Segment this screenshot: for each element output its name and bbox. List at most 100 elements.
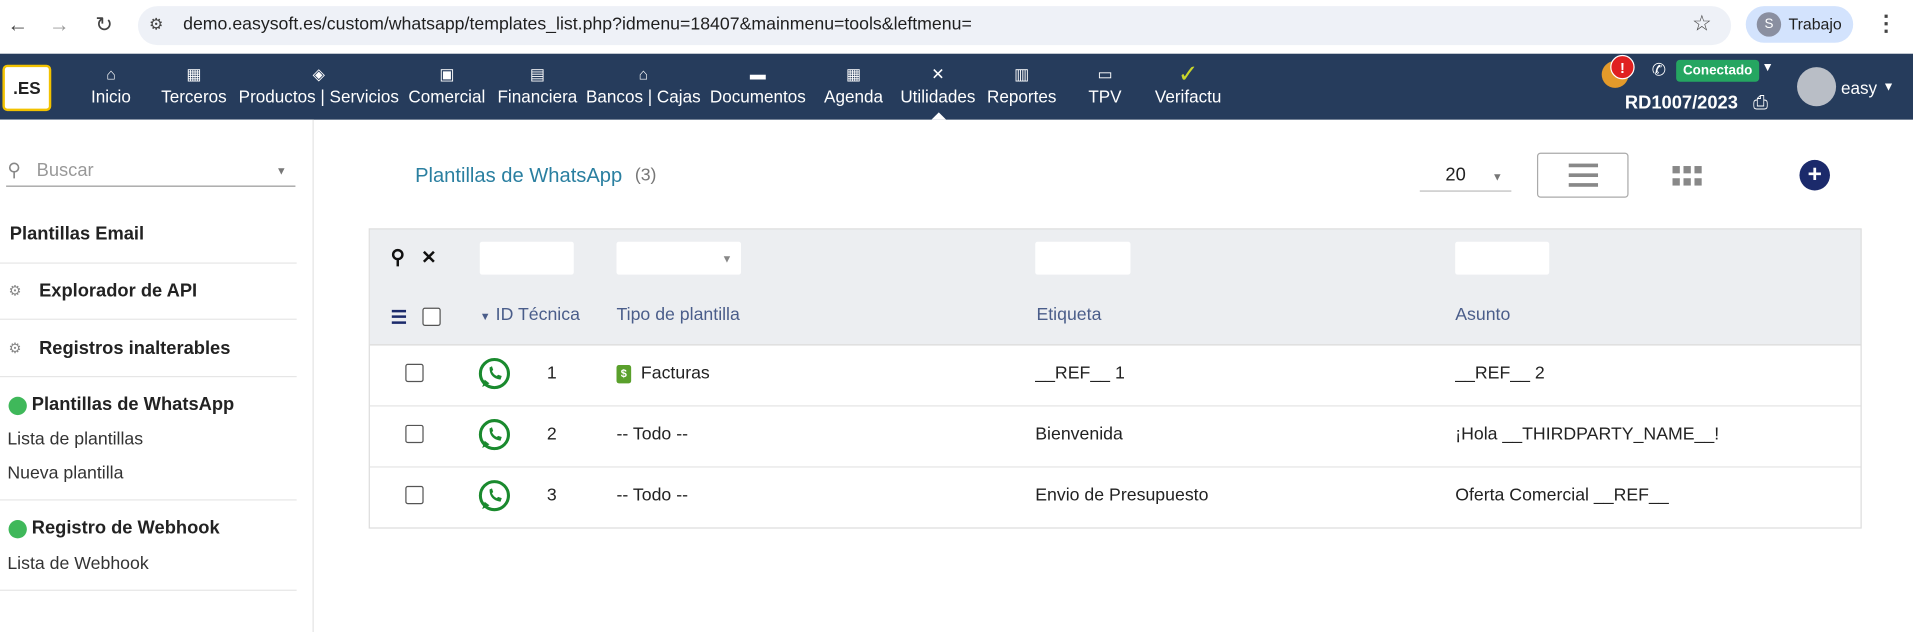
- search-underline: [6, 185, 296, 187]
- building-icon: ▦: [186, 64, 202, 84]
- menu-item-bancos-cajas[interactable]: ⌂ Bancos | Cajas: [586, 63, 701, 117]
- row-etiqueta: __REF__ 1: [1035, 363, 1125, 384]
- page-size-chevron-icon[interactable]: ▼: [1492, 171, 1503, 183]
- row-asunto: ¡Hola __THIRDPARTY_NAME__!: [1455, 424, 1720, 445]
- user-chevron-down-icon[interactable]: ▼: [1882, 81, 1894, 94]
- bank-icon: ⌂: [638, 64, 649, 84]
- user-name[interactable]: easy: [1841, 78, 1877, 98]
- browser-menu-icon[interactable]: ⋮: [1875, 11, 1897, 37]
- url-text[interactable]: demo.easysoft.es/custom/whatsapp/templat…: [183, 15, 972, 35]
- reload-icon[interactable]: ↻: [95, 13, 112, 37]
- row-id[interactable]: 1: [547, 364, 557, 384]
- record-count: (3): [634, 166, 657, 186]
- clear-filter-icon[interactable]: ✕: [421, 247, 436, 269]
- menu-item-documentos[interactable]: ▬ Documentos: [710, 63, 806, 117]
- page-size-select[interactable]: 20: [1445, 165, 1465, 186]
- sidebar-item-registros-inalterables[interactable]: Registros inalterables: [39, 338, 230, 359]
- notification-badge: !: [1610, 54, 1635, 80]
- user-avatar[interactable]: [1797, 67, 1837, 107]
- sidebar-item-plantillas-whatsapp[interactable]: Plantillas de WhatsApp: [32, 394, 234, 415]
- menu-item-inicio[interactable]: ⌂ Inicio: [91, 63, 131, 117]
- sidebar-divider: [0, 262, 297, 264]
- row-checkbox[interactable]: [405, 424, 424, 444]
- add-template-button[interactable]: +: [1799, 159, 1830, 191]
- menu-item-reportes[interactable]: ▥ Reportes: [987, 63, 1056, 117]
- calendar-icon: ▦: [845, 64, 862, 84]
- back-icon[interactable]: ←: [7, 13, 28, 37]
- row-asunto: __REF__ 2: [1455, 363, 1545, 384]
- whatsapp-icon: [8, 520, 27, 539]
- app-logo[interactable]: .ES: [2, 64, 52, 112]
- chevron-down-icon[interactable]: ▼: [1762, 61, 1774, 74]
- whatsapp-icon: [477, 356, 511, 396]
- report-icon: ▥: [1014, 64, 1030, 84]
- list-view-icon-bar: [1568, 183, 1599, 187]
- sidebar-item-explorador-api[interactable]: Explorador de API: [39, 281, 197, 302]
- menu-item-label: Verifactu: [1154, 86, 1222, 107]
- filter-input-id[interactable]: [479, 241, 574, 275]
- print-icon[interactable]: ⎙: [1753, 93, 1768, 114]
- menu-item-label: Terceros: [161, 86, 227, 107]
- row-checkbox[interactable]: [405, 363, 424, 383]
- sort-desc-icon[interactable]: ▼: [480, 310, 491, 322]
- sidebar-link-lista-plantillas[interactable]: Lista de plantillas: [7, 430, 143, 450]
- check-icon: ✓: [1177, 61, 1199, 88]
- row-etiqueta: Bienvenida: [1035, 424, 1123, 445]
- menu-item-label: Documentos: [709, 86, 806, 107]
- profile-avatar: S: [1756, 12, 1782, 37]
- menu-item-label: Productos | Servicios: [238, 86, 399, 107]
- row-etiqueta: Envio de Presupuesto: [1035, 485, 1209, 506]
- gears-icon: ⚙: [8, 339, 22, 357]
- search-icon: ⚲: [7, 159, 21, 181]
- menu-item-comercial[interactable]: ▣ Comercial: [408, 63, 485, 117]
- column-header-etiqueta[interactable]: Etiqueta: [1036, 305, 1101, 325]
- filter-chevron-icon[interactable]: ▼: [721, 253, 732, 265]
- menu-item-productos-servicios[interactable]: ◈ Productos | Servicios: [239, 63, 399, 117]
- sidebar-item-registro-webhook[interactable]: Registro de Webhook: [32, 518, 220, 539]
- row-tipo: -- Todo --: [616, 424, 688, 445]
- menu-item-label: Comercial: [408, 86, 486, 107]
- column-select-icon[interactable]: ☰: [391, 306, 407, 329]
- sidebar-item-plantillas-email[interactable]: Plantillas Email: [10, 223, 144, 244]
- select-all-checkbox[interactable]: [422, 307, 441, 326]
- menu-item-label: TPV: [1088, 86, 1122, 107]
- kanban-view-icon[interactable]: [1672, 166, 1702, 187]
- tools-icon: ✕: [931, 64, 945, 84]
- search-dropdown-icon[interactable]: ▼: [276, 165, 287, 177]
- row-id[interactable]: 2: [547, 425, 557, 445]
- menu-item-terceros[interactable]: ▦ Terceros: [161, 63, 227, 117]
- folder-icon: ▬: [749, 64, 766, 84]
- connection-status-badge[interactable]: Conectado: [1676, 59, 1760, 82]
- column-header-id[interactable]: ID Técnica: [496, 305, 580, 325]
- menu-item-label: Utilidades: [900, 86, 976, 107]
- search-icon[interactable]: ⚲: [391, 245, 405, 269]
- row-id[interactable]: 3: [547, 486, 557, 506]
- menu-item-label: Reportes: [987, 86, 1057, 107]
- sidebar-divider: [0, 318, 297, 320]
- whatsapp-icon: [477, 479, 511, 519]
- column-header-asunto[interactable]: Asunto: [1455, 305, 1510, 325]
- page-title: Plantillas de WhatsApp: [415, 164, 623, 187]
- row-asunto: Oferta Comercial __REF__: [1455, 485, 1669, 506]
- document-ref[interactable]: RD1007/2023: [1625, 93, 1738, 114]
- filter-input-asunto[interactable]: [1455, 241, 1550, 275]
- whatsapp-status-icon: ✆: [1651, 59, 1667, 80]
- row-tipo: -- Todo --: [616, 485, 688, 506]
- sidebar-search-input[interactable]: Buscar: [37, 160, 94, 181]
- row-checkbox[interactable]: [405, 485, 424, 505]
- menu-item-verifactu[interactable]: ✓ Verifactu: [1154, 61, 1222, 117]
- menu-item-utilidades[interactable]: ✕ Utilidades: [900, 63, 975, 117]
- menu-item-tpv[interactable]: ▭ TPV: [1088, 63, 1121, 117]
- forward-icon[interactable]: →: [49, 13, 70, 37]
- filter-input-etiqueta[interactable]: [1035, 241, 1131, 275]
- sidebar-link-nueva-plantilla[interactable]: Nueva plantilla: [7, 464, 123, 484]
- invoice-icon: $: [616, 365, 632, 384]
- menu-item-financiera[interactable]: ▤ Financiera: [497, 63, 577, 117]
- box-icon: ◈: [312, 64, 325, 84]
- site-settings-icon[interactable]: ⚙: [149, 15, 163, 35]
- active-menu-indicator: [931, 112, 947, 120]
- column-header-tipo[interactable]: Tipo de plantilla: [617, 305, 740, 325]
- bookmark-star-icon[interactable]: ☆: [1692, 11, 1712, 37]
- sidebar-link-lista-webhook[interactable]: Lista de Webhook: [7, 554, 148, 574]
- menu-item-agenda[interactable]: ▦ Agenda: [824, 63, 883, 117]
